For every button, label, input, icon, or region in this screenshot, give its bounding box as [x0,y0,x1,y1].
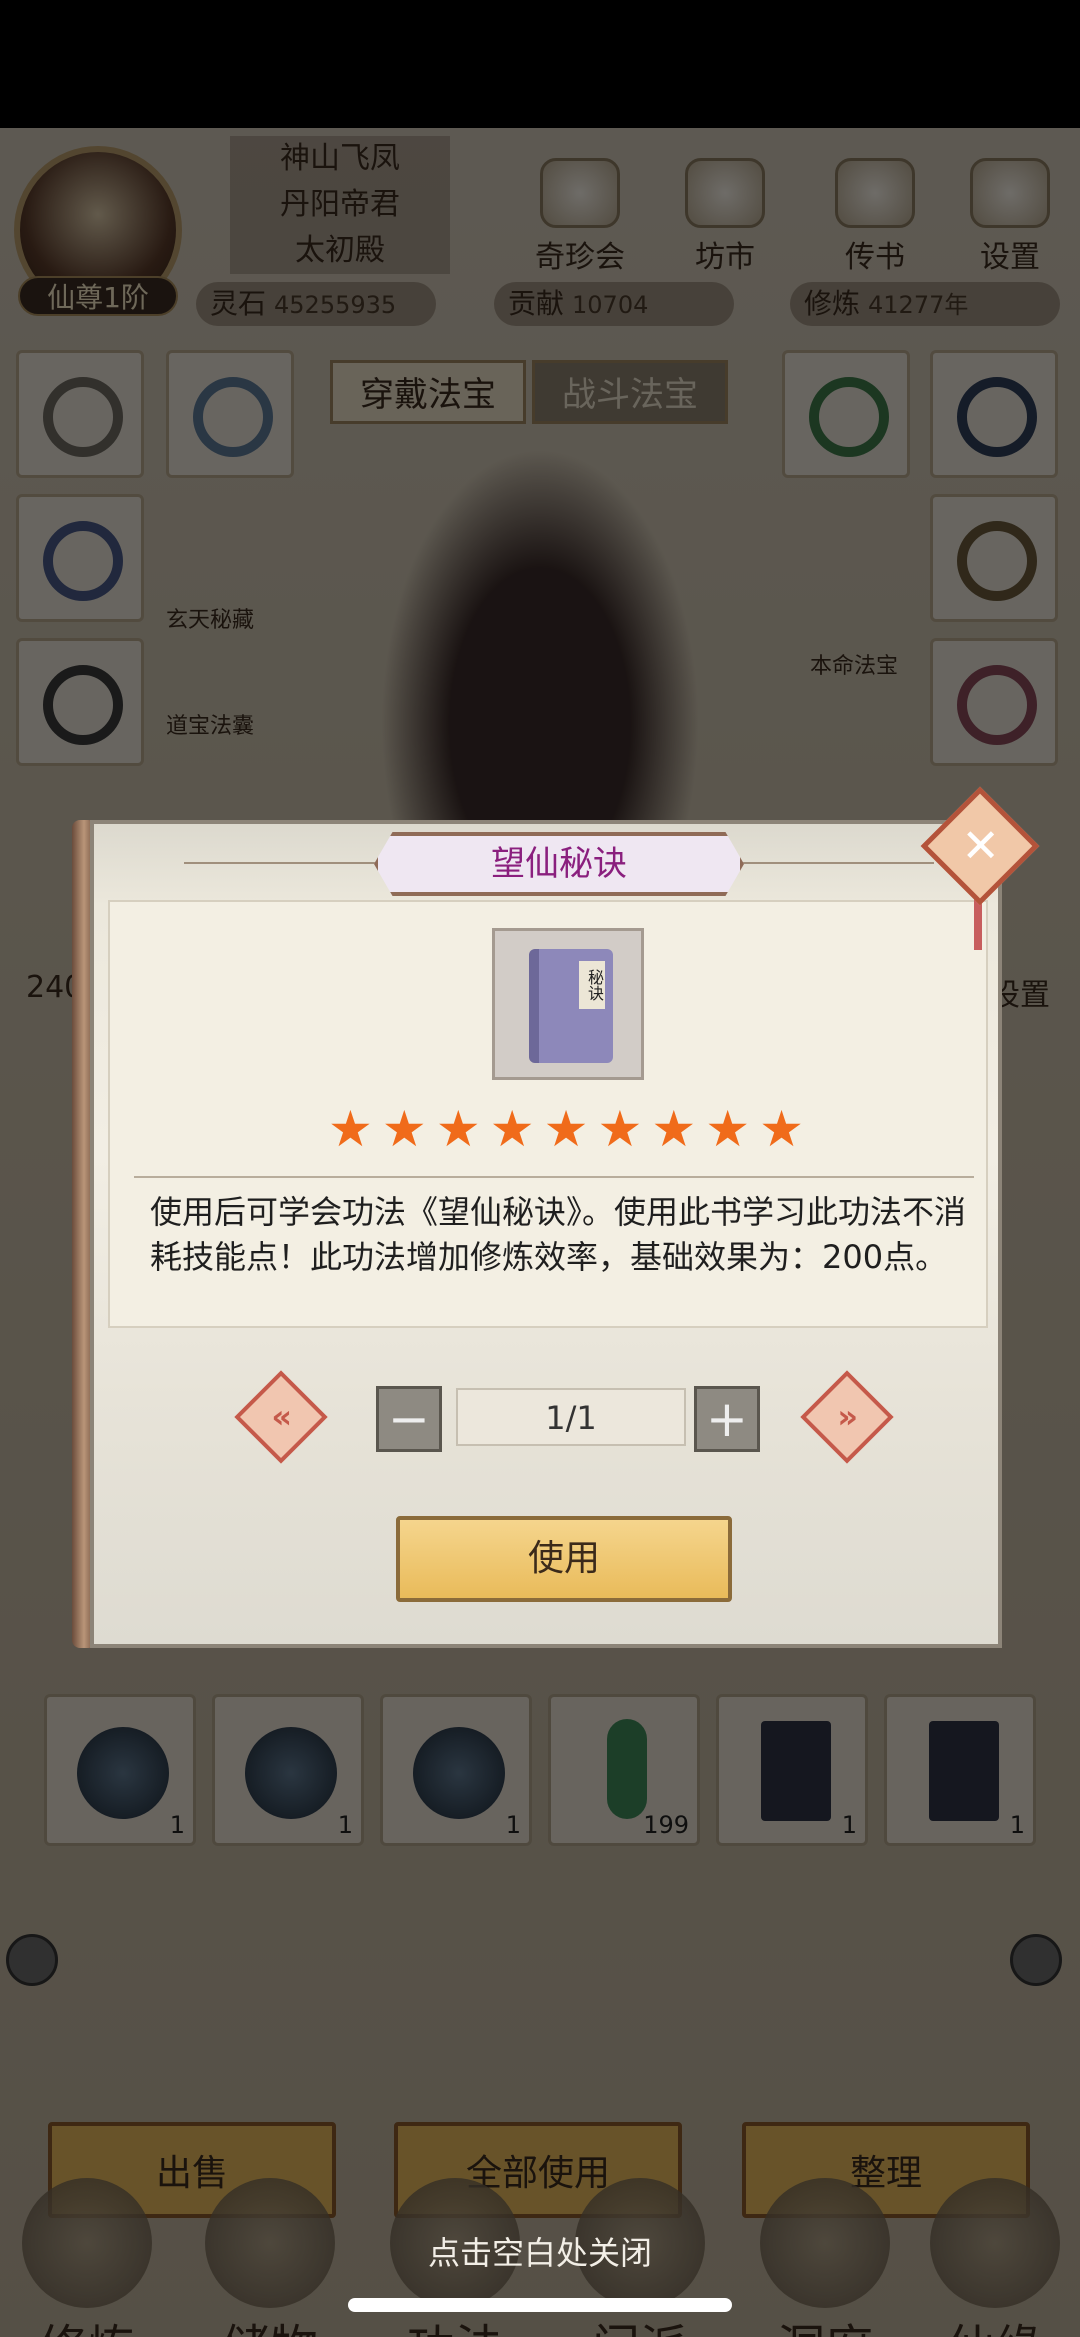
star-icon: ★ [381,1100,427,1158]
star-icon: ★ [543,1100,589,1158]
star-icon: ★ [435,1100,481,1158]
scroll-icon [835,158,915,228]
book-icon [761,1721,831,1821]
ring-icon [43,377,123,457]
home-indicator[interactable] [348,2298,732,2312]
divider [134,1176,974,1178]
market-button[interactable]: 坊市 [670,158,780,276]
bag-item[interactable]: 199 [548,1694,700,1846]
equip-slot[interactable] [782,350,910,478]
title-ornament [184,862,384,864]
ring-icon [957,377,1037,457]
orb-icon [77,1727,169,1819]
market-icon [685,158,765,228]
contribution-resource: 贡献 10704 [494,282,734,326]
orb-icon [413,1727,505,1819]
ring-icon [957,521,1037,601]
quantity-plus-button[interactable]: + [694,1386,760,1452]
gear-icon [970,158,1050,228]
ring-icon [957,665,1037,745]
bag-item[interactable]: 1 [716,1694,868,1846]
quantity-minus-button[interactable]: − [376,1386,442,1452]
star-rating: ★ ★ ★ ★ ★ ★ ★ ★ ★ [326,1104,806,1158]
bag-item[interactable]: 1 [884,1694,1036,1846]
orb-icon [245,1727,337,1819]
scroll-down-icon[interactable] [6,1934,58,1986]
armor-icon [43,521,123,601]
equip-slot[interactable] [16,350,144,478]
title-3: 太初殿 [230,228,450,274]
star-icon: ★ [597,1100,643,1158]
treasure-fair-icon [540,158,620,228]
side-label[interactable]: 道宝法囊 [166,708,254,740]
book-icon: 秘诀 [529,949,613,1063]
bag-item[interactable]: 1 [44,1694,196,1846]
book-label: 秘诀 [579,961,605,1009]
double-left-icon: « [271,1397,293,1436]
tab-worn-treasure[interactable]: 穿戴法宝 [330,360,526,424]
ring-icon [809,377,889,457]
title-ornament [734,862,934,864]
armor-icon [193,377,273,457]
equip-slot[interactable] [930,638,1058,766]
use-button[interactable]: 使用 [396,1516,732,1602]
modal-title: 望仙秘诀 [374,832,744,896]
star-icon: ★ [651,1100,697,1158]
equip-slot[interactable] [930,494,1058,622]
quantity-min-button[interactable]: « [234,1370,328,1464]
treasure-fair-button[interactable]: 奇珍会 [525,158,635,276]
cultivation-resource: 修炼 41277年 [790,282,1060,326]
settings-button[interactable]: 设置 [955,158,1065,276]
item-icon: 秘诀 [492,928,644,1080]
equip-slot[interactable] [16,494,144,622]
equip-slot[interactable] [166,350,294,478]
title-2: 丹阳帝君 [230,182,450,228]
title-1: 神山飞凤 [230,136,450,182]
star-icon: ★ [759,1100,804,1158]
book-icon [929,1721,999,1821]
item-detail-modal: 望仙秘诀 秘诀 ★ ★ ★ ★ ★ ★ ★ ★ ★ 使用后可学会功法《望仙秘诀》… [72,786,1040,1648]
bag-item[interactable]: 1 [212,1694,364,1846]
side-label[interactable]: 本命法宝 [810,648,898,680]
equip-slot[interactable] [16,638,144,766]
scroll-up-icon[interactable] [1010,1934,1062,1986]
quantity-field[interactable]: 1/1 [456,1388,686,1446]
player-rank: 仙尊1阶 [18,276,178,316]
quantity-selector: « − 1/1 + » [234,1370,894,1464]
star-icon: ★ [489,1100,535,1158]
tab-battle-treasure[interactable]: 战斗法宝 [532,360,728,424]
equip-tabs: 穿戴法宝 战斗法宝 [330,360,728,424]
modal-panel: 望仙秘诀 秘诀 ★ ★ ★ ★ ★ ★ ★ ★ ★ 使用后可学会功法《望仙秘诀》… [90,820,1002,1648]
spirit-stone-resource: 灵石 45255935 [196,282,436,326]
bag-item[interactable]: 1 [380,1694,532,1846]
star-icon: ★ [705,1100,751,1158]
item-description: 使用后可学会功法《望仙秘诀》。使用此书学习此功法不消耗技能点！此功法增加修炼效率… [150,1193,967,1276]
glove-icon [43,665,123,745]
side-label[interactable]: 玄天秘藏 [166,602,254,634]
star-icon: ★ [328,1100,373,1158]
close-icon: ✕ [961,818,1000,873]
quantity-max-button[interactable]: » [800,1370,894,1464]
close-hint: 点击空白处关闭 [427,2234,652,2272]
letter-button[interactable]: 传书 [820,158,930,276]
equip-slot[interactable] [930,350,1058,478]
gem-icon [607,1719,647,1819]
player-titles: 神山飞凤 丹阳帝君 太初殿 [230,136,450,274]
double-right-icon: » [837,1397,859,1436]
